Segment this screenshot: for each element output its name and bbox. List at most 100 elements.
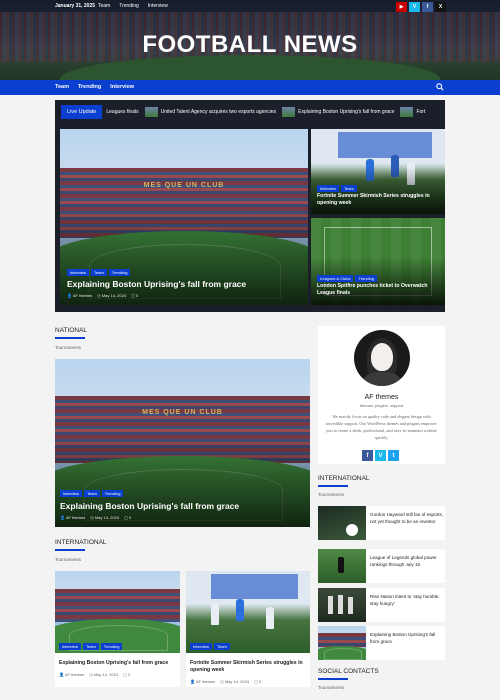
international-card-1[interactable]: Interview Team Trending Explaining Bosto… [55,571,180,687]
top-links: Team Trending Interview [98,3,168,9]
post-thumbnail [318,626,366,660]
hero-main-tags: Interview Team Trending [67,269,131,276]
hero-side-post-2[interactable]: Leagues & Clubs Trending London Spitfire… [311,218,445,305]
tag-interview[interactable]: Interview [317,185,340,192]
author-name[interactable]: 👤 AF themes [60,515,85,520]
ticker-label: Live Update [61,105,103,119]
comment-count[interactable]: ▢ 0 [123,672,130,677]
section-subheading: Tournaments [55,557,82,562]
profile-social-links: f V t [362,450,399,461]
post-date: ◷ May 14, 2024 [89,672,119,677]
post-date: ◷ May 14, 2024 [90,515,120,520]
nav-item-interview[interactable]: Interview [110,84,134,90]
author-name[interactable]: 👤 AF themes [190,679,215,684]
tag-interview[interactable]: Interview [60,490,83,497]
national-featured-post[interactable]: MES QUE UN CLUB Interview Team Trending … [55,359,310,527]
section-heading-national: NATIONAL [55,327,88,334]
ticker-thumbnail [400,107,414,117]
profile-role: themes, plugins, support [359,403,404,408]
page: January 31, 2025 Team Trending Interview… [0,0,500,700]
top-link-trending[interactable]: Trending [119,3,139,9]
card-thumbnail: Interview Team [186,571,310,653]
ticker-item[interactable]: Fort [400,107,425,117]
national-tags: Interview Team Trending [60,490,124,497]
comment-count[interactable]: ▢ 0 [131,293,138,298]
tag-team[interactable]: Team [83,643,99,650]
post-date: ◷ May 14, 2024 [220,679,250,684]
hero-main-title[interactable]: Explaining Boston Uprising's fall from g… [67,279,302,289]
facebook-icon[interactable]: f [362,450,373,461]
top-bar: January 31, 2025 Team Trending Interview… [0,0,500,14]
sidebar-post[interactable]: Gordon Hayward still fan of esports, not… [318,506,445,540]
tag-team[interactable]: Team [214,643,230,650]
youtube-icon[interactable]: ▶ [396,2,407,12]
side1-tags: Interview Team [317,185,357,192]
sidebar-post-title[interactable]: Rise Nation intent to 'stay humble, stay… [370,593,444,607]
tag-team[interactable]: Team [91,269,107,276]
section-subheading: Tournaments [318,685,345,690]
national-post-meta: 👤 AF themes ◷ May 14, 2024 ▢ 0 [60,515,131,520]
nav-item-trending[interactable]: Trending [78,84,101,90]
post-thumbnail [318,588,366,622]
tag-leagues-clubs[interactable]: Leagues & Clubs [317,275,354,282]
section-heading-international: INTERNATIONAL [55,539,107,546]
top-social-links: ▶ V f X [396,2,446,12]
author-name[interactable]: 👤 AF themes [59,672,84,677]
section-subheading: Tournaments [55,345,82,350]
sidebar-post-title[interactable]: Gordon Hayward still fan of esports, not… [370,511,444,525]
tag-team[interactable]: Team [341,185,357,192]
card-title[interactable]: Fortnite Summer Skirmish Series struggle… [190,660,308,674]
hero-main-post[interactable]: MES QUE UN CLUB Interview Team Trending … [60,129,308,305]
x-icon[interactable]: X [435,2,446,12]
section-subheading: Tournaments [318,492,345,497]
vimeo-icon[interactable]: V [375,450,386,461]
sidebar-post[interactable]: League of Legends global power rankings … [318,549,445,583]
ticker-item[interactable]: Explaining Boston Uprising's fall from g… [282,107,394,117]
card-meta: 👤 AF themes ◷ May 14, 2024 ▢ 0 [59,672,130,677]
current-date: January 31, 2025 [55,3,96,9]
sidebar-post[interactable]: Rise Nation intent to 'stay humble, stay… [318,588,445,622]
site-header: January 31, 2025 Team Trending Interview… [0,0,500,80]
hero-side-post-1[interactable]: Interview Team Fortnite Summer Skirmish … [311,129,445,214]
ticker-item[interactable]: United Talent Agency acquires two esport… [144,107,276,117]
sidebar-heading-international: INTERNATIONAL [318,475,370,482]
post-thumbnail [318,549,366,583]
top-link-interview[interactable]: Interview [148,3,168,9]
ticker-thumbnail [144,107,158,117]
tag-interview[interactable]: Interview [190,643,213,650]
card-title[interactable]: Explaining Boston Uprising's fall from g… [59,660,177,667]
international-card-2[interactable]: Interview Team Fortnite Summer Skirmish … [186,571,310,687]
stadium-slogan: MES QUE UN CLUB [142,409,223,417]
ticker-item[interactable]: Leagues finals [106,109,138,115]
sidebar-heading-social-contacts: SOCIAL CONTACTS [318,668,379,675]
main-nav: Team Trending Interview [0,80,500,95]
side2-title[interactable]: London Spitfire punches ticket to Overwa… [317,283,441,297]
tag-interview[interactable]: Interview [67,269,90,276]
ticker-thumbnail [282,107,296,117]
sidebar-post-title[interactable]: League of Legends global power rankings … [370,554,444,568]
national-post-title[interactable]: Explaining Boston Uprising's fall from g… [60,501,305,511]
top-link-team[interactable]: Team [98,3,110,9]
stadium-slogan: MES QUE UN CLUB [143,181,225,189]
sidebar-post[interactable]: Explaining Boston Uprising's fall from g… [318,626,445,660]
side1-title[interactable]: Fortnite Summer Skirmish Series struggle… [317,193,441,207]
facebook-icon[interactable]: f [422,2,433,12]
tag-interview[interactable]: Interview [59,643,82,650]
twitter-icon[interactable]: t [388,450,399,461]
hero-main-meta: 👤 AF themes ◷ May 14, 2024 ▢ 0 [67,293,138,298]
tag-trending[interactable]: Trending [100,643,123,650]
comment-count[interactable]: ▢ 0 [254,679,261,684]
tag-trending[interactable]: Trending [355,275,378,282]
profile-bio: We mainly focus on quality code and eleg… [326,414,437,440]
nav-item-team[interactable]: Team [55,84,69,90]
site-title[interactable]: FOOTBALL NEWS [0,31,500,59]
tag-trending[interactable]: Trending [101,490,124,497]
author-name[interactable]: 👤 AF themes [67,293,92,298]
vimeo-icon[interactable]: V [409,2,420,12]
comment-count[interactable]: ▢ 0 [124,515,131,520]
tag-team[interactable]: Team [84,490,100,497]
avatar [354,330,410,386]
tag-trending[interactable]: Trending [108,269,131,276]
search-icon[interactable] [436,83,444,91]
sidebar-post-title[interactable]: Explaining Boston Uprising's fall from g… [370,631,444,645]
